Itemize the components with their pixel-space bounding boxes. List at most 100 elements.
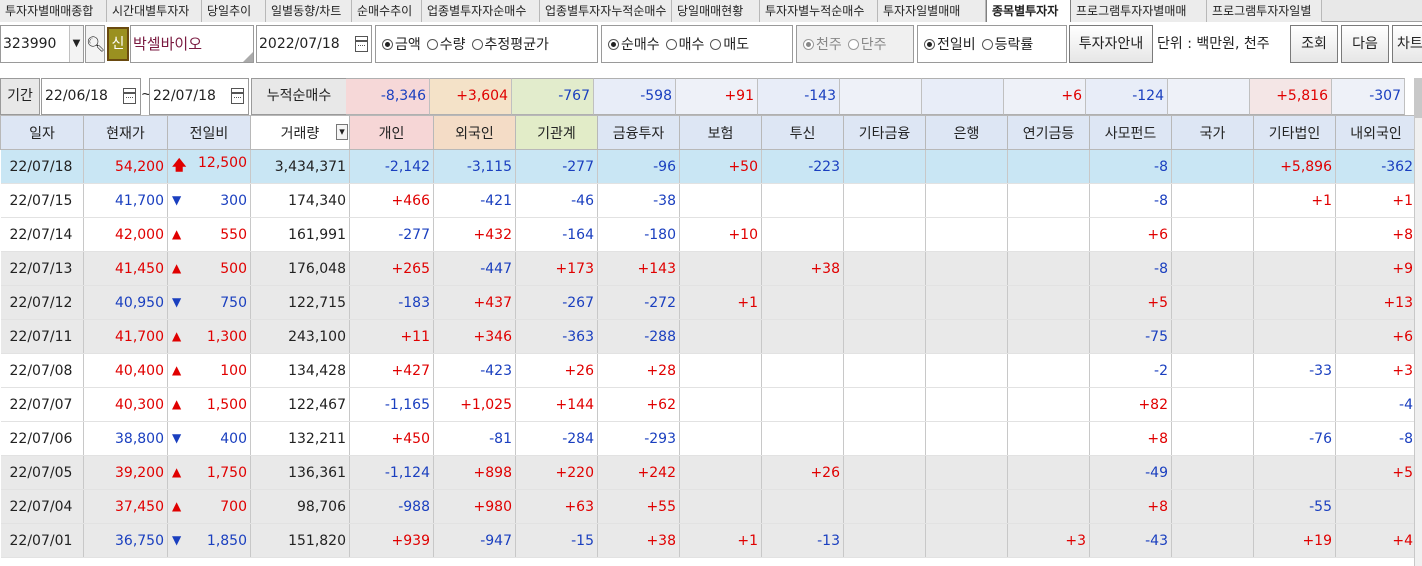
radio-sell[interactable]: 매도 bbox=[710, 34, 749, 54]
tab-6[interactable]: 업종별투자자순매수 bbox=[422, 0, 540, 22]
tab-9[interactable]: 투자자별누적순매수 bbox=[760, 0, 878, 22]
investor-cell bbox=[679, 421, 762, 456]
radio-change-rate[interactable]: 등락률 bbox=[981, 34, 1034, 54]
radio-net-buy[interactable]: 순매수 bbox=[608, 34, 660, 54]
table-row[interactable]: 22/07/07 40,300 ▲ 1,500 122,467 -1,165 +1,025 +… bbox=[0, 387, 1417, 422]
chevron-down-icon[interactable]: ▼ bbox=[69, 26, 83, 62]
investor-cell bbox=[1171, 353, 1254, 388]
calendar-icon[interactable] bbox=[231, 88, 244, 104]
table-row[interactable]: 22/07/13 41,450 ▲ 500 176,048 +265 -447 +173 +14… bbox=[0, 251, 1417, 286]
investor-cell bbox=[1171, 285, 1254, 320]
investor-cell bbox=[843, 523, 926, 558]
radio-estimated-avg-price[interactable]: 추정평균가 bbox=[471, 34, 549, 54]
tab-2[interactable]: 시간대별투자자 bbox=[107, 0, 202, 22]
table-row[interactable]: 22/07/12 40,950 ▼ 750 122,715 -183 +437 -267 -27… bbox=[0, 285, 1417, 320]
tab-5[interactable]: 순매수추이 bbox=[352, 0, 422, 22]
table-row[interactable]: 22/07/15 41,700 ▼ 300 174,340 +466 -421 -46 -38 -… bbox=[0, 183, 1417, 218]
column-header-5: 개인 bbox=[349, 115, 434, 150]
tab-4[interactable]: 일별동향/차트 bbox=[266, 0, 352, 22]
radio-label: 금액 bbox=[395, 37, 421, 53]
tab-8[interactable]: 당일매매현황 bbox=[672, 0, 760, 22]
investor-info-button[interactable]: 투자자안내 bbox=[1069, 25, 1153, 63]
column-header-7: 기관계 bbox=[515, 115, 598, 150]
radio-circle-icon bbox=[924, 38, 935, 50]
investor-cell: +980 bbox=[433, 489, 516, 524]
cumulative-net-buy-label: 누적순매수 bbox=[251, 78, 347, 115]
investor-cell: +1,025 bbox=[433, 387, 516, 422]
column-header-4[interactable]: 거래량 ▾ bbox=[250, 115, 350, 150]
calendar-icon[interactable] bbox=[123, 88, 136, 104]
column-header-17: 내외국인 bbox=[1335, 115, 1417, 150]
change-value: 550 bbox=[220, 226, 247, 243]
change-cell: ▲ 1,500 bbox=[167, 387, 251, 422]
tab-13[interactable]: 프로그램투자자일별 bbox=[1207, 0, 1322, 22]
search-button[interactable]: 🔍︎ bbox=[85, 25, 105, 63]
investor-cell bbox=[679, 387, 762, 422]
investor-cell: -8 bbox=[1089, 149, 1172, 184]
investor-cell bbox=[1171, 455, 1254, 490]
investor-cell: +8 bbox=[1089, 489, 1172, 524]
vertical-scrollbar[interactable] bbox=[1414, 78, 1422, 566]
radio-quantity[interactable]: 수량 bbox=[426, 34, 466, 54]
tab-12[interactable]: 프로그램투자자별매매 bbox=[1071, 0, 1207, 22]
change-cell: 🡅 12,500 bbox=[167, 149, 251, 184]
next-button[interactable]: 다음 bbox=[1341, 25, 1389, 63]
scrollbar-thumb[interactable] bbox=[1415, 78, 1422, 118]
investor-cell bbox=[1171, 183, 1254, 218]
change-value: 1,500 bbox=[206, 396, 247, 413]
investor-cell: -75 bbox=[1089, 319, 1172, 354]
period-to-field[interactable]: 22/07/18 bbox=[149, 78, 249, 115]
triangle-up-icon: ▲ bbox=[172, 226, 182, 241]
investor-cell bbox=[1007, 217, 1090, 252]
radio-thousand-shares[interactable]: 천주 bbox=[803, 34, 842, 54]
investor-cell: +6 bbox=[1089, 217, 1172, 252]
investor-cell: -223 bbox=[761, 149, 844, 184]
tab-10[interactable]: 투자자일별매매 bbox=[878, 0, 986, 22]
investor-cell: -1,165 bbox=[349, 387, 434, 422]
investor-cell: +220 bbox=[515, 455, 598, 490]
tab-3[interactable]: 당일추이 bbox=[202, 0, 266, 22]
investor-cell: -8 bbox=[1089, 183, 1172, 218]
stock-name-field[interactable]: 박셀바이오 bbox=[130, 25, 254, 63]
investor-cell: -76 bbox=[1253, 421, 1336, 456]
date-cell: 22/07/14 bbox=[0, 217, 84, 252]
radio-vs-prev-day[interactable]: 전일비 bbox=[924, 34, 976, 54]
new-stock-button[interactable]: 신 bbox=[107, 27, 129, 61]
table-row[interactable]: 22/07/08 40,400 ▲ 100 134,428 +427 -423 +26 +28 -… bbox=[0, 353, 1417, 388]
cumulative-cell: -767 bbox=[512, 78, 594, 115]
radio-label: 등락률 bbox=[994, 37, 1034, 53]
date-field[interactable]: 2022/07/18 bbox=[256, 25, 372, 63]
investor-cell: -423 bbox=[433, 353, 516, 388]
table-row[interactable]: 22/07/14 42,000 ▲ 550 161,991 -277 +432 -164 -18… bbox=[0, 217, 1417, 252]
table-row[interactable]: 22/07/01 36,750 ▼ 1,850 151,820 +939 -947 -15 +3… bbox=[0, 523, 1417, 558]
period-row: 기간 22/06/18 ~ 22/07/18 누적순매수 -8,346 +3,60… bbox=[0, 78, 1422, 115]
chevron-down-icon[interactable]: ▾ bbox=[336, 124, 348, 140]
table-row[interactable]: 22/07/06 38,800 ▼ 400 132,211 +450 -81 -284 -293… bbox=[0, 421, 1417, 456]
price-cell: 36,750 bbox=[83, 523, 168, 558]
query-button[interactable]: 조회 bbox=[1290, 25, 1338, 63]
investor-cell: +63 bbox=[515, 489, 598, 524]
table-row[interactable]: 22/07/05 39,200 ▲ 1,750 136,361 -1,124 +898 +22… bbox=[0, 455, 1417, 490]
investor-cell: +437 bbox=[433, 285, 516, 320]
table-row[interactable]: 22/07/11 41,700 ▲ 1,300 243,100 +11 +346 -363 -2… bbox=[0, 319, 1417, 354]
radio-amount[interactable]: 금액 bbox=[382, 34, 421, 54]
investor-cell: +5 bbox=[1089, 285, 1172, 320]
investor-cell bbox=[761, 285, 844, 320]
tab-11[interactable]: 종목별투자자 bbox=[986, 0, 1071, 22]
period-from-field[interactable]: 22/06/18 bbox=[41, 78, 141, 115]
triangle-up-icon: ▲ bbox=[172, 260, 182, 275]
chart-button[interactable]: 차트 bbox=[1392, 25, 1422, 63]
tab-1[interactable]: 투자자별매매종합 bbox=[0, 0, 107, 22]
date-cell: 22/07/04 bbox=[0, 489, 84, 524]
tab-7[interactable]: 업종별투자자누적순매수 bbox=[540, 0, 672, 22]
calendar-icon[interactable] bbox=[355, 36, 368, 52]
date-cell: 22/07/15 bbox=[0, 183, 84, 218]
table-row[interactable]: 22/07/18 54,200 🡅 12,500 3,434,371 -2,142 -3,1… bbox=[0, 149, 1417, 184]
stock-code-combo[interactable]: 323990 ▼ bbox=[0, 25, 84, 63]
table-row[interactable]: 22/07/04 37,450 ▲ 700 98,706 -988 +980 +63 +55 +8… bbox=[0, 489, 1417, 524]
radio-buy[interactable]: 매수 bbox=[665, 34, 704, 54]
investor-cell: +3 bbox=[1007, 523, 1090, 558]
investor-cell bbox=[1007, 489, 1090, 524]
investor-cell bbox=[761, 319, 844, 354]
radio-single-shares[interactable]: 단주 bbox=[847, 34, 887, 54]
